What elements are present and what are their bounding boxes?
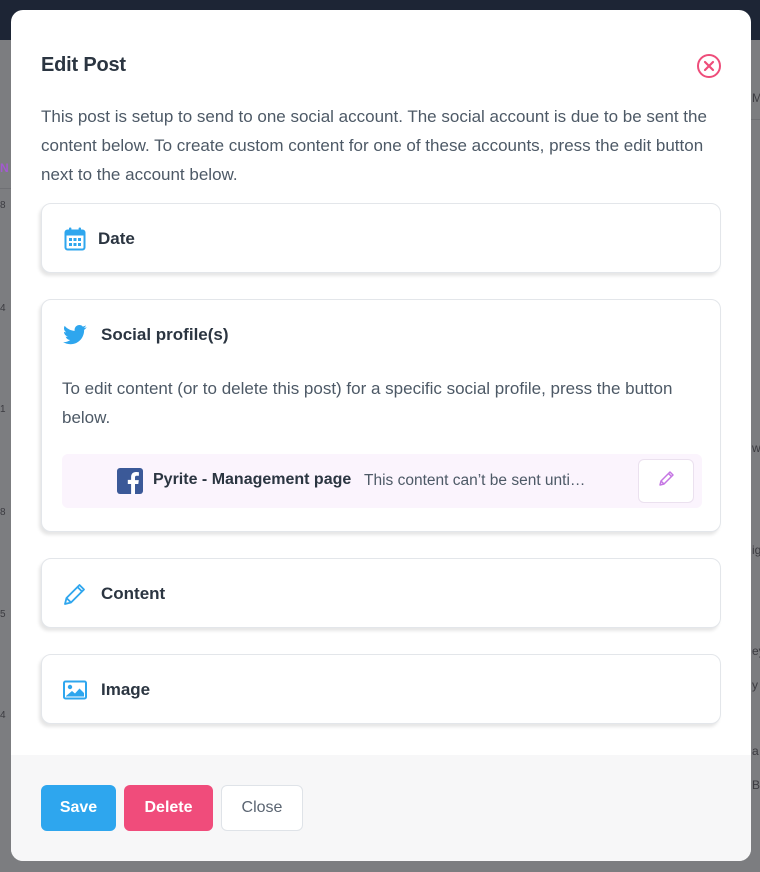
- delete-button[interactable]: Delete: [124, 785, 213, 831]
- close-button[interactable]: Close: [221, 785, 303, 831]
- twitter-icon: [62, 322, 88, 348]
- image-header: Image: [62, 677, 150, 703]
- background-text: y: [752, 678, 758, 692]
- background-text: 5: [0, 609, 6, 620]
- social-profile-row: Pyrite - Management page This content ca…: [62, 454, 702, 508]
- modal-intro-text: This post is setup to send to one social…: [41, 107, 707, 184]
- image-icon: [62, 677, 88, 703]
- social-profile-name: Pyrite - Management page: [153, 471, 352, 488]
- facebook-icon: [117, 468, 143, 494]
- close-icon[interactable]: [697, 54, 721, 78]
- background-divider: [0, 188, 11, 189]
- background-text: 1: [0, 404, 6, 415]
- modal-header: Edit Post: [41, 54, 721, 80]
- background-text: B: [752, 778, 760, 792]
- social-profiles-title: Social profile(s): [101, 325, 229, 344]
- image-title: Image: [101, 680, 151, 699]
- edit-profile-button[interactable]: [638, 459, 694, 503]
- content-title: Content: [101, 584, 166, 603]
- save-button[interactable]: Save: [41, 785, 116, 831]
- social-profiles-description: To edit content (or to delete this post)…: [62, 379, 673, 427]
- background-text: ey: [752, 644, 760, 658]
- content-section[interactable]: Content: [41, 558, 721, 628]
- pencil-icon: [62, 581, 88, 607]
- background-text: M: [752, 91, 760, 105]
- modal-title: Edit Post: [41, 54, 126, 76]
- background-divider: [751, 119, 760, 120]
- background-text: 4: [0, 303, 6, 314]
- content-header: Content: [62, 581, 165, 607]
- pencil-icon: [658, 470, 675, 492]
- social-profiles-header: Social profile(s): [62, 322, 229, 348]
- date-header: Date: [62, 226, 135, 252]
- social-profiles-section: Social profile(s) To edit content (or to…: [41, 299, 721, 532]
- background-text: 8: [0, 200, 6, 211]
- edit-post-modal: Edit Post This post is setup to send to …: [11, 10, 751, 861]
- social-profile-status: This content can’t be sent unti…: [364, 472, 586, 489]
- date-title: Date: [98, 229, 135, 248]
- modal-footer: Save Delete Close: [11, 755, 751, 861]
- image-section[interactable]: Image: [41, 654, 721, 724]
- background-text: a: [752, 744, 759, 758]
- calendar-icon: [62, 226, 88, 252]
- background-text: w: [752, 441, 760, 455]
- date-section[interactable]: Date: [41, 203, 721, 273]
- background-text: 8: [0, 507, 6, 518]
- background-text: ig: [752, 543, 760, 557]
- background-text: N: [0, 161, 9, 175]
- background-text: 4: [0, 710, 6, 721]
